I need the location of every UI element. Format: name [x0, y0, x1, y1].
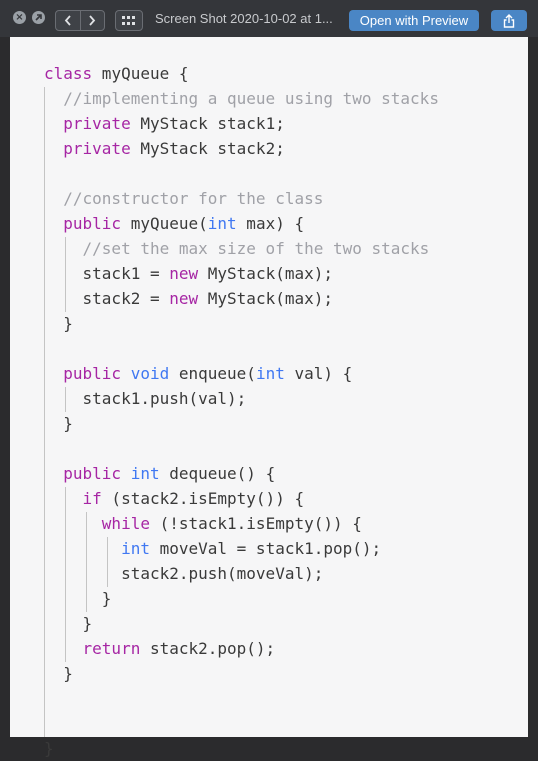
- code-token: stack2 =: [44, 289, 170, 308]
- code-token: private: [63, 114, 131, 133]
- code-token: }: [44, 589, 112, 608]
- code-token: MyStack stack2;: [130, 139, 285, 158]
- code-token: while: [101, 514, 150, 533]
- code-line: stack2 = new MyStack(max);: [44, 286, 333, 311]
- code-token: public: [63, 364, 122, 383]
- code-token: MyStack(max);: [198, 264, 333, 283]
- code-line: }: [44, 736, 54, 761]
- code-line: stack2.push(moveVal);: [44, 561, 323, 586]
- open-with-preview-button[interactable]: Open with Preview: [349, 10, 479, 31]
- code-token: max) {: [236, 214, 305, 233]
- title-bar: × Screen Shot 2020-10-02 at 1... Open wi…: [0, 0, 538, 37]
- code-line: public int dequeue() {: [44, 461, 275, 486]
- code-token: new: [169, 289, 199, 308]
- code-token: private: [63, 139, 131, 158]
- code-line: public void enqueue(int val) {: [44, 361, 352, 386]
- code-token: new: [169, 264, 199, 283]
- code-token: public: [63, 464, 122, 483]
- code-line: while (!stack1.isEmpty()) {: [44, 511, 362, 536]
- code-token: return: [82, 639, 141, 658]
- code-token: }: [44, 614, 93, 633]
- code-token: myQueue {: [92, 64, 189, 83]
- code-line: return stack2.pop();: [44, 636, 276, 661]
- code-token: public: [63, 214, 122, 233]
- code-token: myQueue(: [121, 214, 208, 233]
- code-token: }: [44, 664, 73, 683]
- code-token: //implementing a queue using two stacks: [44, 89, 439, 108]
- code-token: val) {: [284, 364, 353, 383]
- code-token: stack1 =: [44, 264, 170, 283]
- fullscreen-icon[interactable]: [32, 11, 45, 24]
- code-token: stack2.pop();: [140, 639, 276, 658]
- window-title: Screen Shot 2020-10-02 at 1...: [155, 11, 333, 26]
- code-line: //constructor for the class: [44, 186, 323, 211]
- chevron-right-icon: [89, 15, 96, 26]
- code-line: stack1 = new MyStack(max);: [44, 261, 333, 286]
- code-token: int: [130, 464, 160, 483]
- code-token: }: [44, 314, 73, 333]
- grid-icon: [122, 15, 135, 25]
- code-token: int: [207, 214, 237, 233]
- code-token: void: [130, 364, 170, 383]
- grid-view-button[interactable]: [115, 10, 143, 31]
- close-icon[interactable]: ×: [13, 11, 26, 24]
- chevron-left-icon: [64, 15, 71, 26]
- code-token: stack2.push(moveVal);: [44, 564, 324, 583]
- code-token: if: [82, 489, 102, 508]
- code-line: stack1.push(val);: [44, 386, 247, 411]
- code-token: dequeue() {: [159, 464, 276, 483]
- code-token: class: [44, 64, 93, 83]
- code-token: enqueue(: [169, 364, 256, 383]
- code-token: moveVal = stack1.pop();: [149, 539, 382, 558]
- code-panel: class myQueue { //implementing a queue u…: [10, 37, 528, 758]
- code-line: }: [44, 611, 93, 636]
- code-line: }: [44, 586, 112, 611]
- code-line: public myQueue(int max) {: [44, 211, 304, 236]
- code-token: int: [255, 364, 285, 383]
- code-token: (stack2.isEmpty()) {: [101, 489, 305, 508]
- code-token: MyStack(max);: [198, 289, 333, 308]
- share-button[interactable]: [491, 10, 527, 31]
- code-line: }: [44, 411, 73, 436]
- code-token: //set the max size of the two stacks: [44, 239, 430, 258]
- code-token: (!stack1.isEmpty()) {: [149, 514, 362, 533]
- forward-button[interactable]: [79, 11, 105, 30]
- back-button[interactable]: [56, 11, 80, 30]
- code-line: }: [44, 311, 73, 336]
- code-line: //implementing a queue using two stacks: [44, 86, 439, 111]
- code-line: private MyStack stack1;: [44, 111, 285, 136]
- share-icon: [503, 13, 515, 28]
- code-line: if (stack2.isEmpty()) {: [44, 486, 305, 511]
- code-token: //constructor for the class: [44, 189, 324, 208]
- code-token: }: [44, 414, 73, 433]
- code-token: MyStack stack1;: [130, 114, 285, 133]
- code-token: int: [121, 539, 150, 558]
- code-line: class myQueue {: [44, 61, 189, 86]
- code-token: }: [44, 739, 54, 758]
- code-line: private MyStack stack2;: [44, 136, 285, 161]
- navigation-buttons: [55, 10, 105, 31]
- code-line: //set the max size of the two stacks: [44, 236, 430, 261]
- code-line: int moveVal = stack1.pop();: [44, 536, 381, 561]
- code-line: }: [44, 661, 73, 686]
- code-token: stack1.push(val);: [44, 389, 247, 408]
